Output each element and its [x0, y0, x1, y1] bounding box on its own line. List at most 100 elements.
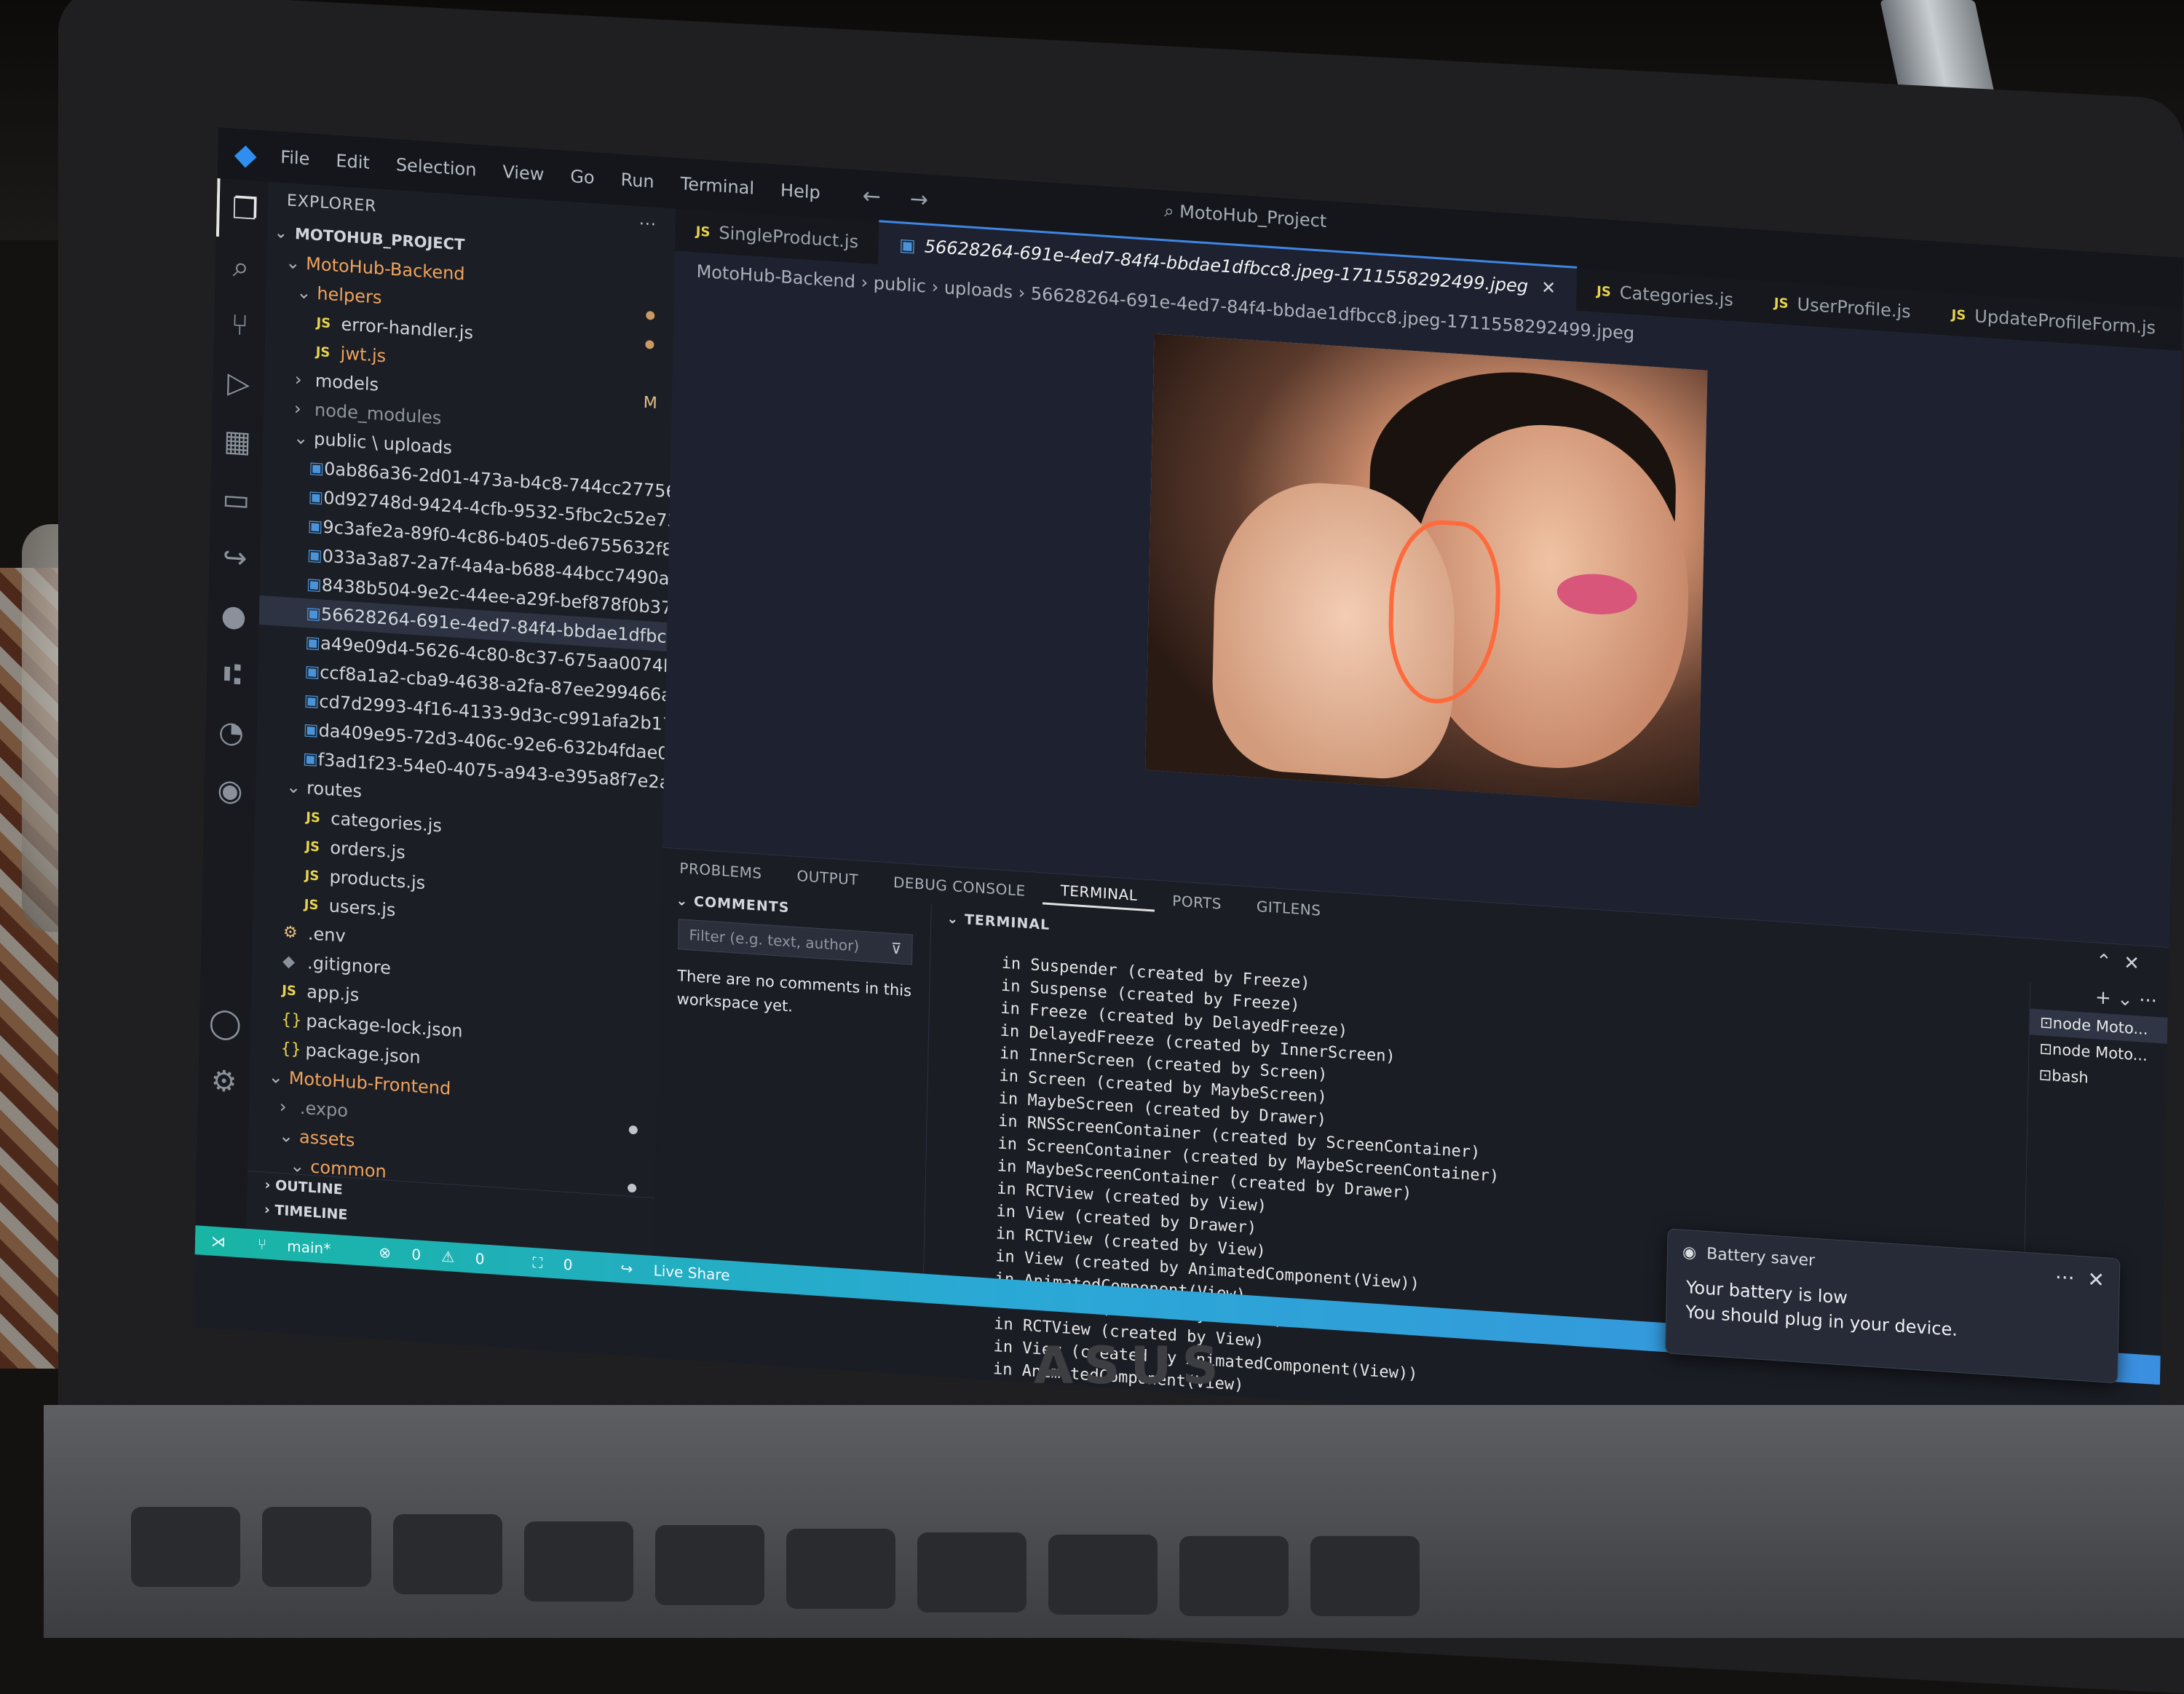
remote-icon[interactable]: ⋊ — [195, 1231, 242, 1251]
github-icon[interactable]: ● — [207, 585, 260, 647]
branches-icon[interactable]: ⑆ — [206, 644, 258, 705]
ports-status[interactable]: ⛶ 0 — [516, 1253, 605, 1276]
close-panel-icon[interactable]: ✕ — [2124, 952, 2140, 975]
terminal-item-label: bash — [2052, 1066, 2089, 1087]
timeline-icon[interactable]: ◔ — [205, 702, 258, 764]
tab-gitlens[interactable]: GITLENS — [1239, 896, 1339, 920]
errors-count: 0 — [411, 1245, 422, 1264]
menu-view[interactable]: View — [489, 161, 558, 186]
image-preview — [1145, 333, 1708, 807]
keyboard-key — [1310, 1536, 1420, 1616]
keyboard-key — [131, 1507, 240, 1587]
menu-help[interactable]: Help — [767, 179, 834, 204]
modified-dot — [645, 339, 654, 349]
tab-output[interactable]: OUTPUT — [779, 866, 876, 890]
modified-badge: M — [643, 393, 658, 413]
notification-title: Battery saver — [1706, 1244, 1816, 1270]
menu-terminal[interactable]: Terminal — [667, 173, 767, 199]
image-file-icon: ▣ — [305, 633, 321, 652]
gear-file-icon: ⚙ — [282, 922, 298, 942]
filter-icon[interactable]: ⊽ — [891, 940, 902, 958]
gitlens-icon[interactable]: ◉ — [204, 760, 256, 822]
vscode-logo-icon: ◆ — [234, 137, 258, 173]
modified-dot — [628, 1125, 638, 1135]
live-share-status[interactable]: ↪ Live Share — [604, 1259, 762, 1286]
tab-problems[interactable]: PROBLEMS — [662, 858, 780, 884]
maximize-panel-icon[interactable]: ⌃ — [2096, 950, 2112, 973]
folder-assets-label: assets — [298, 1126, 355, 1151]
command-center[interactable]: ⌕ MotoHub_Project — [1164, 200, 1327, 231]
image-file-icon: ▣ — [304, 662, 320, 681]
run-debug-icon[interactable]: ▷ — [213, 353, 265, 415]
gear-icon[interactable]: ⚙ — [198, 1051, 250, 1113]
tab-ports[interactable]: PORTS — [1155, 891, 1239, 914]
terminal-item-label: node Moto... — [2052, 1014, 2148, 1039]
search-icon[interactable]: ⌕ — [215, 237, 267, 298]
keyboard-key — [262, 1507, 371, 1587]
menu-run[interactable]: Run — [607, 169, 668, 193]
image-file-icon: ▣ — [304, 691, 320, 711]
branch-label: main* — [287, 1237, 331, 1258]
explorer-title: EXPLORER — [286, 191, 377, 216]
menu-go[interactable]: Go — [557, 165, 608, 189]
remote-explorer-icon[interactable]: ▭ — [210, 469, 262, 531]
terminal-icon: ⊡ — [2039, 1013, 2054, 1032]
laptop-brand-logo: ASUS — [1034, 1336, 1229, 1396]
source-control-icon[interactable]: ⑂ — [214, 295, 266, 357]
warnings-count: 0 — [475, 1249, 485, 1268]
file-label: orders.js — [330, 837, 406, 863]
more-icon[interactable]: ··· — [639, 215, 657, 234]
explorer-icon[interactable]: ❐ — [215, 178, 272, 240]
tab-label: UpdateProfileForm.js — [1974, 306, 2156, 339]
no-comments-message: There are no comments in this workspace … — [676, 967, 912, 1016]
modified-dot — [646, 311, 655, 320]
file-label: users.js — [328, 895, 396, 921]
keyboard-key — [1048, 1535, 1158, 1615]
js-file-icon: JS — [695, 223, 711, 240]
chevron-right-icon: › — [293, 398, 301, 419]
git-file-icon: ◆ — [282, 951, 296, 971]
file-label: categories.js — [331, 808, 443, 836]
menu-edit[interactable]: Edit — [323, 150, 383, 174]
file-label: products.js — [329, 866, 426, 894]
panel-controls: ⌃ ✕ — [2096, 950, 2140, 975]
image-editor — [662, 250, 2182, 948]
extensions-icon[interactable]: ▦ — [211, 411, 264, 473]
comments-header-label: COMMENTS — [693, 893, 790, 917]
image-file-icon: ▣ — [307, 516, 323, 537]
image-file-icon: ▣ — [302, 749, 319, 769]
back-arrow-icon[interactable]: ← — [862, 183, 881, 210]
folder-uploads-label: public \ uploads — [313, 428, 453, 459]
tab-debug-console[interactable]: DEBUG CONSOLE — [876, 872, 1043, 901]
file-label: error-handler.js — [341, 314, 474, 344]
tab-label: Categories.js — [1619, 282, 1734, 311]
terminal-header-label: TERMINAL — [964, 911, 1051, 934]
js-file-icon: JS — [305, 838, 320, 855]
chevron-right-icon: › — [294, 369, 302, 390]
menu-file[interactable]: File — [267, 146, 323, 170]
menu-selection[interactable]: Selection — [383, 154, 490, 181]
chevron-down-icon: ⌄ — [285, 252, 301, 274]
js-file-icon: JS — [315, 344, 331, 360]
forward-arrow-icon[interactable]: → — [910, 186, 929, 213]
chevron-down-icon: ⌄ — [296, 282, 312, 304]
tab-label: SingleProduct.js — [719, 222, 859, 253]
close-icon[interactable]: ··· ✕ — [2055, 1265, 2105, 1292]
keyboard — [44, 1405, 2184, 1638]
problems-status[interactable]: ⊗ 0 ⚠ 0 — [363, 1243, 517, 1270]
file-label: package.json — [305, 1040, 421, 1068]
js-file-icon: JS — [1951, 306, 1966, 323]
terminal-icon: ⊡ — [2038, 1066, 2052, 1085]
tab-terminal[interactable]: TERMINAL — [1042, 879, 1155, 912]
chevron-right-icon: › — [279, 1096, 287, 1117]
branch-status[interactable]: ⑂ main* — [242, 1234, 363, 1259]
account-icon[interactable]: ◯ — [199, 993, 251, 1055]
js-file-icon: JS — [306, 809, 321, 826]
image-file-icon: ▣ — [898, 234, 917, 256]
chevron-down-icon: ⌄ — [293, 427, 309, 449]
close-icon[interactable]: ✕ — [1541, 277, 1556, 298]
file-label: .env — [307, 923, 347, 946]
chevron-down-icon: ⌄ — [278, 1125, 294, 1147]
live-share-icon[interactable]: ↪ — [209, 527, 261, 589]
keyboard-key — [786, 1529, 895, 1609]
